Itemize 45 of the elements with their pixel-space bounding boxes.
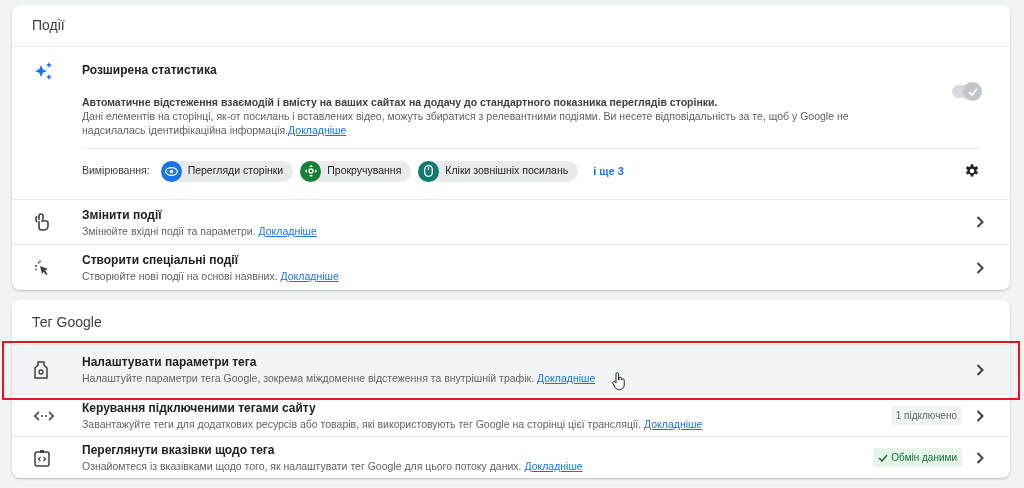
cursor-click-icon xyxy=(34,259,50,276)
measurement-chip: Перегляди сторінки xyxy=(160,160,294,182)
row-title: Переглянути вказівки щодо тега xyxy=(82,442,275,460)
row-title: Керування підключеними тегами сайту xyxy=(82,400,316,418)
chevron-right-icon[interactable] xyxy=(976,451,984,464)
measurement-chip: Кліки зовнішніх посилань xyxy=(418,160,579,182)
chevron-right-icon[interactable] xyxy=(976,363,984,376)
card-title: Події xyxy=(32,16,65,35)
description-text: Автоматичне відстеження взаємодій і вмісту на ваших сайтах на додачу до стандартного показника переглядів сторінки. Дані елементів на сторінці, як-от посилань і вставлених відео, можуть збиратися з релевантними подіями. Ви несете відповідальність за те, щоб у Google не надсилалась ідентифікаційна інформація.Докладніше xyxy=(82,95,850,138)
list-row[interactable]: Змінити події Змінюйте вхідні події та параметри. Докладніше xyxy=(12,200,1010,245)
measurement-chip: Прокручування xyxy=(300,160,412,182)
sparkle-icon xyxy=(34,61,54,81)
learn-more-link[interactable]: Докладніше xyxy=(258,224,317,237)
list-row[interactable]: Керування підключеними тегами сайту Завантажуйте теги для додаткових ресурсів або товарів, які використовують тег Google на сторінці цієї трансляції. Докладніше 1 підключено xyxy=(12,395,1010,437)
measurement-label: Вимірювання: xyxy=(82,163,150,179)
hand-pointer-icon xyxy=(612,371,626,390)
chevron-right-icon[interactable] xyxy=(976,216,984,228)
tag-icon xyxy=(34,360,48,379)
row-description: Створюйте нові події на основі наявних. Докладніше xyxy=(82,269,339,284)
row-title: Створити спеціальні події xyxy=(82,252,239,270)
learn-more-link[interactable]: Докладніше xyxy=(280,270,339,283)
row-title: Налаштувати параметри тега xyxy=(82,354,257,372)
settings-icon[interactable] xyxy=(964,163,980,179)
section-title: Розширена статистика xyxy=(82,62,218,79)
check-icon xyxy=(967,87,978,96)
learn-more-link[interactable]: Докладніше xyxy=(288,124,347,137)
row-description: Налаштуйте параметри тега Google, зокрема міждоменне відстеження та внутрішній трафік. Докладніше xyxy=(82,371,596,386)
code-document-icon xyxy=(34,448,50,467)
touch-hand-icon xyxy=(34,213,50,231)
learn-more-link[interactable]: Докладніше xyxy=(524,460,583,473)
learn-more-link[interactable]: Докладніше xyxy=(537,372,596,385)
more-link[interactable]: і ще 3 xyxy=(593,162,624,180)
row-title: Змінити події xyxy=(82,206,162,224)
row-description: Завантажуйте теги для додаткових ресурсів або товарів, які використовують тег Google на сторінці цієї трансляції. Докладніше xyxy=(82,417,703,432)
status-badge: 1 підключено xyxy=(890,406,962,425)
row-description: Змінюйте вхідні події та параметри. Докладніше xyxy=(82,223,317,239)
chevron-right-icon[interactable] xyxy=(976,409,984,422)
card-title: Тег Google xyxy=(32,312,102,332)
row-description: Ознайомтеся із вказівками щодо того, як налаштувати тег Google для цього потоку даних. Докладніше xyxy=(82,459,583,474)
status-badge: Обмін даними xyxy=(873,448,962,467)
code-arrows-icon xyxy=(34,409,54,422)
list-row[interactable]: Створити спеціальні події Створюйте нові події на основі наявних. Докладніше xyxy=(12,245,1010,290)
learn-more-link[interactable]: Докладніше xyxy=(644,418,703,431)
chevron-right-icon[interactable] xyxy=(976,261,984,274)
list-row[interactable]: Переглянути вказівки щодо тега Ознайомтеся із вказівками щодо того, як налаштувати тег Google для цього потоку даних. Докладніше Обмін даними xyxy=(12,437,1010,478)
